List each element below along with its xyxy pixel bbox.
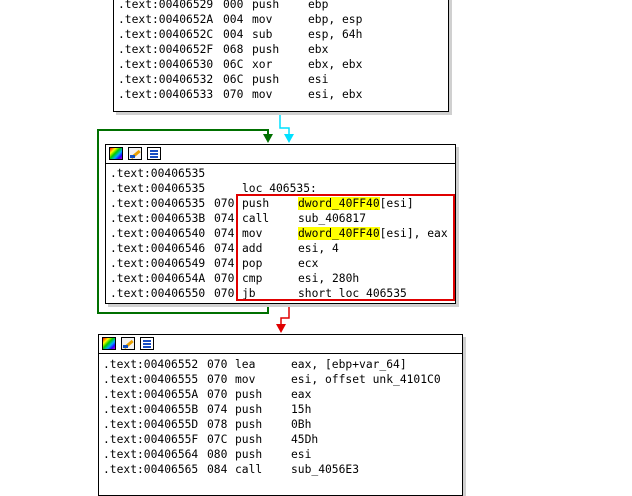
code-block-loop[interactable]: .text:00406535 .text:00406535 loc_406535…	[105, 144, 456, 304]
operands: esi	[291, 448, 312, 461]
address: .text:0040652A	[118, 13, 214, 26]
stack-pointer: 074	[207, 403, 228, 416]
stack-pointer: 07C	[207, 433, 228, 446]
operands: ebp	[308, 0, 329, 11]
address: .text:0040653B	[110, 212, 206, 225]
pencil-icon[interactable]	[121, 337, 135, 350]
edge-false[interactable]	[280, 300, 290, 328]
stack-pointer: 074	[214, 227, 235, 240]
stack-pointer: 074	[214, 242, 235, 255]
operands: ebx, ebx	[308, 58, 363, 71]
address: .text:00406555	[103, 373, 199, 386]
address: .text:00406565	[103, 463, 199, 476]
mnemonic: push	[235, 448, 263, 461]
address: .text:00406529	[118, 0, 214, 11]
color-icon[interactable]	[109, 147, 123, 160]
operands: esi	[308, 73, 329, 86]
address: .text:00406535	[110, 167, 206, 180]
address: .text:0040655A	[103, 388, 199, 401]
stack-pointer: 004	[223, 13, 244, 26]
mnemonic: push	[252, 0, 280, 11]
address: .text:00406552	[103, 358, 199, 371]
mnemonic: push	[252, 43, 280, 56]
stack-pointer: 06C	[223, 58, 244, 71]
mnemonic: push	[235, 403, 263, 416]
stack-pointer: 084	[207, 463, 228, 476]
operands: 45Dh	[291, 433, 319, 446]
operands: esi, ebx	[308, 88, 363, 101]
selection-box	[236, 194, 455, 301]
operands: esi, offset unk_4101C0	[291, 373, 441, 386]
mnemonic: push	[235, 418, 263, 431]
edge-fallthrough[interactable]	[279, 110, 290, 138]
address: .text:0040655F	[103, 433, 199, 446]
mnemonic: xor	[252, 58, 273, 71]
stack-pointer: 074	[214, 212, 235, 225]
mnemonic: push	[235, 433, 263, 446]
stack-pointer: 078	[207, 418, 228, 431]
mnemonic: call	[235, 463, 263, 476]
operands: sub_4056E3	[291, 463, 360, 476]
block-toolbar	[106, 145, 455, 164]
stack-pointer: 000	[223, 0, 244, 11]
address: .text:00406550	[110, 287, 206, 300]
stack-pointer: 070	[214, 197, 235, 210]
address: .text:0040654A	[110, 272, 206, 285]
operands: eax, [ebp+var_64]	[291, 358, 407, 371]
mnemonic: sub	[252, 28, 273, 41]
stack-pointer: 074	[214, 257, 235, 270]
graph-icon[interactable]	[140, 337, 154, 350]
address: .text:0040652C	[118, 28, 214, 41]
graph-icon[interactable]	[147, 147, 161, 160]
mnemonic: lea	[235, 358, 256, 371]
mnemonic: mov	[235, 373, 256, 386]
mnemonic: push	[235, 388, 263, 401]
edge-loop-back-arrow	[263, 134, 273, 143]
stack-pointer: 070	[214, 287, 235, 300]
code-block-prologue[interactable]: .text:00406529 000 push ebp .text:0040652A 00…	[113, 0, 449, 112]
block-toolbar	[99, 335, 462, 354]
stack-pointer: 06C	[223, 73, 244, 86]
code-line[interactable]: .text:00406535	[110, 166, 205, 181]
address: .text:00406564	[103, 448, 199, 461]
address: .text:0040655D	[103, 418, 199, 431]
address: .text:00406533	[118, 88, 214, 101]
address: .text:00406549	[110, 257, 206, 270]
edge-fallthrough-arrow	[284, 134, 294, 143]
stack-pointer: 070	[214, 272, 235, 285]
address: .text:00406530	[118, 58, 214, 71]
stack-pointer: 068	[223, 43, 244, 56]
address: .text:00406535	[110, 182, 206, 195]
code-line-label[interactable]: .text:00406535 loc_406535:	[110, 181, 317, 196]
address: .text:00406532	[118, 73, 214, 86]
operands: 0Bh	[291, 418, 312, 431]
code-block-after-loop[interactable]: .text:00406552 070 lea eax, [ebp+var_64] .te…	[98, 334, 463, 496]
address: .text:00406535	[110, 197, 206, 210]
stack-pointer: 070	[207, 388, 228, 401]
address: .text:0040652F	[118, 43, 214, 56]
operands: 15h	[291, 403, 312, 416]
stack-pointer: 070	[207, 358, 228, 371]
stack-pointer: 080	[207, 448, 228, 461]
stack-pointer: 004	[223, 28, 244, 41]
mnemonic: mov	[252, 13, 273, 26]
pencil-icon[interactable]	[128, 147, 142, 160]
stack-pointer: 070	[207, 373, 228, 386]
mnemonic: mov	[252, 88, 273, 101]
operands: ebp, esp	[308, 13, 363, 26]
mnemonic: push	[252, 73, 280, 86]
edge-false-arrow	[276, 324, 286, 333]
operands: ebx	[308, 43, 329, 56]
address: .text:00406540	[110, 227, 206, 240]
operands: eax	[291, 388, 312, 401]
stack-pointer: 070	[223, 88, 244, 101]
operands: esp, 64h	[308, 28, 363, 41]
address: .text:00406546	[110, 242, 206, 255]
color-icon[interactable]	[102, 337, 116, 350]
address: .text:0040655B	[103, 403, 199, 416]
